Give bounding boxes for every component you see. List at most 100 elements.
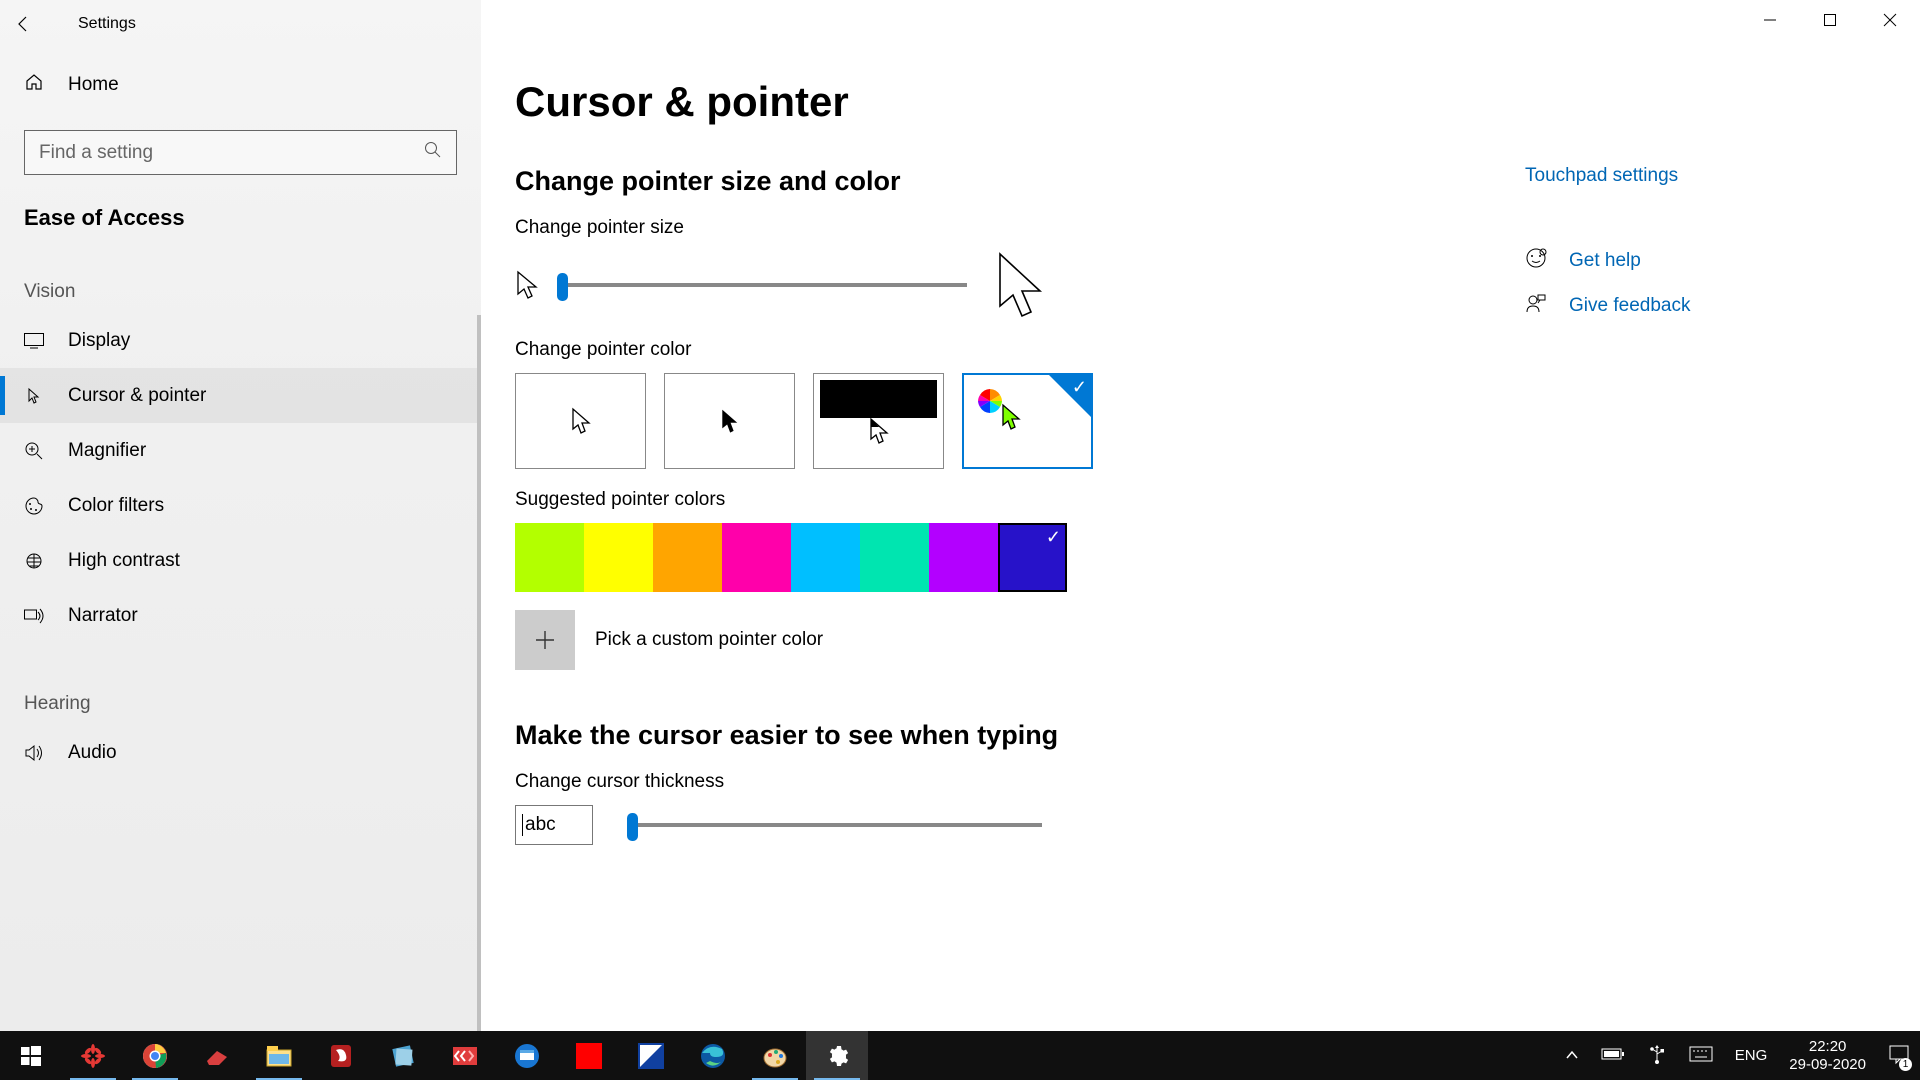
page-heading: Cursor & pointer — [515, 78, 1920, 126]
home-icon — [24, 72, 46, 98]
taskbar: ENG 22:20 29-09-2020 1 — [0, 1031, 1920, 1080]
label-cursor-thickness: Change cursor thickness — [515, 771, 1920, 793]
taskbar-app-huawei[interactable] — [62, 1031, 124, 1080]
taskbar-app-settings[interactable] — [806, 1031, 868, 1080]
sidebar-item-label: Magnifier — [68, 440, 146, 462]
sidebar-item-high-contrast[interactable]: High contrast — [0, 533, 481, 588]
feedback-icon — [1525, 292, 1547, 319]
slider-thumb[interactable] — [557, 273, 568, 301]
pointer-color-black[interactable] — [664, 373, 795, 469]
sidebar-item-label: Cursor & pointer — [68, 385, 206, 407]
taskbar-app-diagonal[interactable] — [620, 1031, 682, 1080]
sidebar-item-audio[interactable]: Audio — [0, 725, 481, 780]
battery-icon[interactable] — [1601, 1047, 1625, 1065]
tray-overflow-icon[interactable] — [1565, 1047, 1579, 1064]
pointer-color-white[interactable] — [515, 373, 646, 469]
color-swatch[interactable] — [515, 523, 584, 592]
titlebar: Settings — [0, 0, 1920, 48]
magnifier-icon — [24, 441, 46, 461]
sidebar-item-label: Narrator — [68, 605, 138, 627]
window-title: Settings — [78, 15, 136, 33]
taskbar-app-explorer[interactable] — [248, 1031, 310, 1080]
taskbar-app-blue[interactable] — [496, 1031, 558, 1080]
color-swatch[interactable] — [998, 523, 1067, 592]
taskbar-app-eraser[interactable] — [186, 1031, 248, 1080]
sidebar-item-label: Audio — [68, 742, 117, 764]
sidebar-item-cursor[interactable]: Cursor & pointer — [0, 368, 481, 423]
abc-text: abc — [525, 814, 556, 836]
search-placeholder: Find a setting — [39, 142, 153, 164]
taskbar-app-anydesk[interactable] — [434, 1031, 496, 1080]
action-center-icon[interactable]: 1 — [1888, 1043, 1910, 1069]
give-feedback-link[interactable]: Give feedback — [1569, 295, 1690, 317]
sidebar-item-magnifier[interactable]: Magnifier — [0, 423, 481, 478]
give-feedback-row: Give feedback — [1525, 292, 1825, 319]
taskbar-app-chrome[interactable] — [124, 1031, 186, 1080]
touchpad-settings-link[interactable]: Touchpad settings — [1525, 165, 1825, 187]
search-input[interactable]: Find a setting — [24, 130, 457, 175]
sidebar-item-label: Color filters — [68, 495, 164, 517]
cursor-thickness-slider[interactable] — [627, 823, 1042, 827]
minimize-button[interactable] — [1740, 0, 1800, 40]
get-help-link[interactable]: Get help — [1569, 250, 1641, 272]
sidebar-item-label: Display — [68, 330, 130, 352]
sidebar: Home Find a setting Ease of Access Visio… — [0, 0, 481, 1031]
narrator-icon — [24, 607, 46, 625]
palette-icon — [24, 496, 46, 516]
taskbar-app-red-square[interactable] — [558, 1031, 620, 1080]
group-hearing-label: Hearing — [0, 693, 481, 715]
pointer-color-inverted[interactable] — [813, 373, 944, 469]
help-icon — [1525, 247, 1547, 274]
maximize-button[interactable] — [1800, 0, 1860, 40]
taskbar-app-edge[interactable] — [682, 1031, 744, 1080]
contrast-icon — [24, 551, 46, 571]
display-icon — [24, 333, 46, 349]
audio-icon — [24, 744, 46, 762]
sidebar-item-narrator[interactable]: Narrator — [0, 588, 481, 643]
close-button[interactable] — [1860, 0, 1920, 40]
slider-thumb[interactable] — [627, 813, 638, 841]
cursor-thickness-preview: abc — [515, 805, 593, 845]
section-typing: Make the cursor easier to see when typin… — [515, 720, 1920, 751]
cursor-icon — [24, 386, 46, 406]
group-vision-label: Vision — [0, 281, 481, 303]
keyboard-icon[interactable] — [1689, 1046, 1713, 1066]
main-content: Cursor & pointer Change pointer size and… — [481, 0, 1920, 1031]
pick-custom-color-label: Pick a custom pointer color — [595, 629, 823, 651]
taskbar-date: 29-09-2020 — [1789, 1056, 1866, 1073]
color-swatch[interactable] — [584, 523, 653, 592]
color-swatch[interactable] — [653, 523, 722, 592]
get-help-row: Get help — [1525, 247, 1825, 274]
pointer-size-slider[interactable] — [557, 283, 967, 287]
custom-color-row: Pick a custom pointer color — [515, 610, 1920, 670]
sidebar-item-color-filters[interactable]: Color filters — [0, 478, 481, 533]
taskbar-app-paint[interactable] — [744, 1031, 806, 1080]
window-controls — [1740, 0, 1920, 40]
color-swatch[interactable] — [791, 523, 860, 592]
sidebar-home-label: Home — [68, 74, 119, 96]
usb-icon[interactable] — [1647, 1044, 1667, 1068]
sidebar-item-display[interactable]: Display — [0, 313, 481, 368]
start-button[interactable] — [0, 1031, 62, 1080]
pointer-color-options — [515, 373, 1920, 469]
selected-check-icon — [1049, 375, 1091, 417]
large-cursor-icon — [995, 251, 1045, 319]
search-icon — [424, 141, 442, 165]
settings-window: Settings Home Find a setting Ease of Acc… — [0, 0, 1920, 1031]
taskbar-app-pdf[interactable] — [310, 1031, 372, 1080]
language-indicator[interactable]: ENG — [1735, 1047, 1768, 1064]
label-pointer-color: Change pointer color — [515, 339, 1920, 361]
taskbar-app-notes[interactable] — [372, 1031, 434, 1080]
suggested-color-swatches — [515, 523, 1920, 592]
pointer-color-custom[interactable] — [962, 373, 1093, 469]
sidebar-home[interactable]: Home — [0, 60, 481, 110]
color-swatch[interactable] — [929, 523, 998, 592]
taskbar-clock[interactable]: 22:20 29-09-2020 — [1789, 1038, 1866, 1073]
color-swatch[interactable] — [722, 523, 791, 592]
label-suggested-colors: Suggested pointer colors — [515, 489, 1920, 511]
back-button[interactable] — [0, 0, 48, 48]
small-cursor-icon — [515, 270, 539, 300]
pick-custom-color-button[interactable] — [515, 610, 575, 670]
cursor-thickness-row: abc — [515, 805, 1920, 845]
color-swatch[interactable] — [860, 523, 929, 592]
